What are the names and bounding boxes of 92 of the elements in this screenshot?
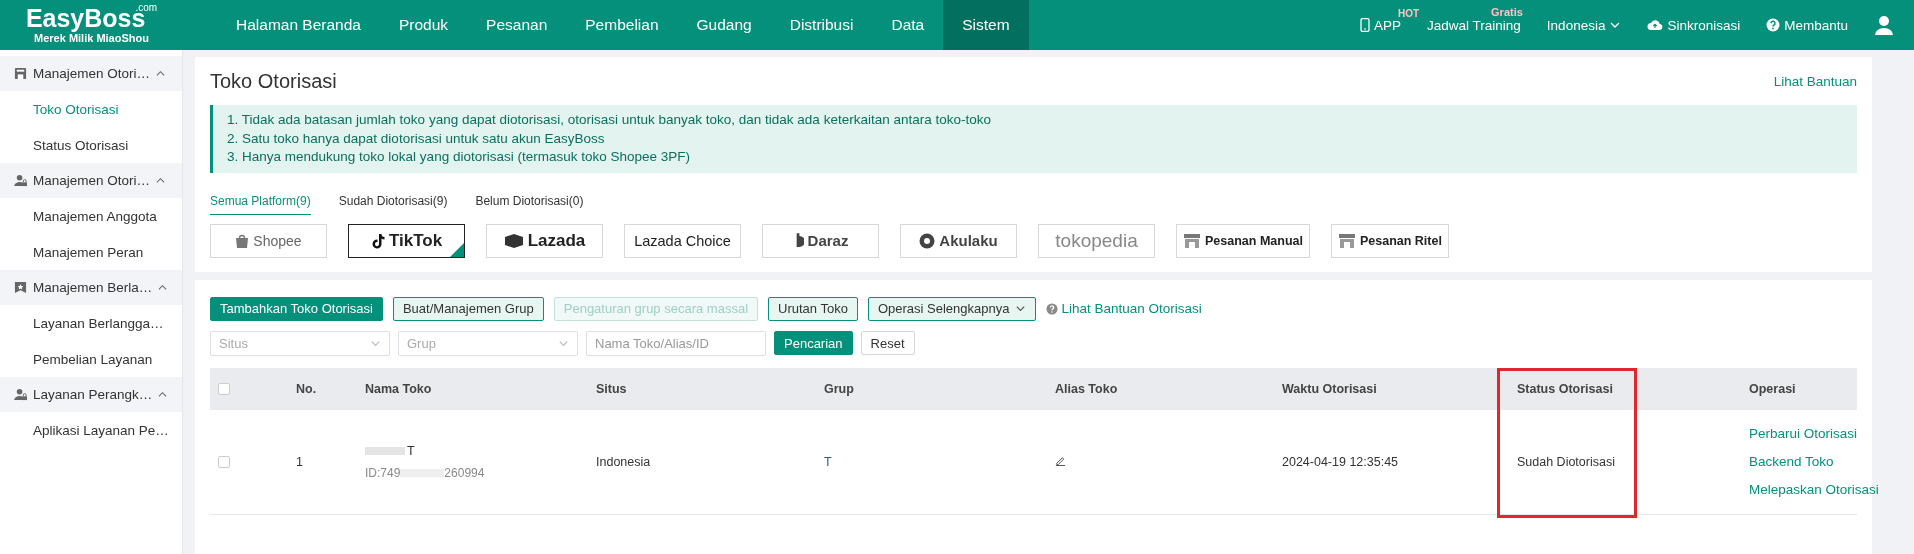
shopping-bag-icon bbox=[235, 232, 250, 249]
operation-link[interactable]: Melepaskan Otorisasi bbox=[1749, 482, 1879, 497]
operation-link[interactable]: Perbarui Otorisasi bbox=[1749, 426, 1858, 441]
column-header: Status Otorisasi bbox=[1517, 381, 1613, 396]
nav-tab[interactable]: Halaman Beranda bbox=[217, 0, 380, 50]
platform-option[interactable]: Lazada bbox=[486, 223, 603, 258]
action-button[interactable]: Urutan Toko bbox=[768, 296, 858, 321]
shop-icon bbox=[1337, 232, 1356, 249]
table-cell: Sudah Diotorisasi bbox=[1517, 454, 1615, 469]
hot-label: HOT bbox=[1397, 7, 1420, 19]
help-link[interactable]: Lihat Bantuan Otorisasi bbox=[1061, 301, 1202, 316]
notice-text: 3. Hanya mendukung toko lokal yang diotorisasi (termasuk toko Shopee 3PF) bbox=[227, 148, 691, 166]
store-icon bbox=[14, 67, 27, 80]
circle-logo-icon bbox=[919, 232, 936, 249]
header-link[interactable]: Membantu bbox=[1784, 17, 1848, 33]
column-header: Situs bbox=[596, 381, 627, 396]
column-header: Operasi bbox=[1749, 381, 1796, 396]
person-lock-icon bbox=[14, 388, 27, 401]
chevron-down-icon bbox=[1015, 303, 1027, 314]
column-header: Alias Toko bbox=[1055, 381, 1118, 396]
platform-tab[interactable]: Semua Platform(9) bbox=[210, 187, 311, 215]
notice-text: 1. Tidak ada batasan jumlah toko yang dapat diotorisasi, otorisasi untuk banyak toko, dan tidak ada keterkaitan antara toko-toko bbox=[227, 111, 992, 129]
shop-id: ID:749 bbox=[365, 465, 401, 480]
pencil-icon[interactable] bbox=[1055, 454, 1066, 466]
logo-suffix: .com bbox=[135, 2, 158, 13]
table-cell: T bbox=[824, 454, 832, 469]
platform-option[interactable]: Daraz bbox=[762, 223, 879, 258]
reset-button[interactable]: Reset bbox=[860, 331, 915, 355]
checkbox[interactable] bbox=[218, 382, 230, 395]
page-title: Toko Otorisasi bbox=[210, 69, 337, 93]
table-cell-text: 1 bbox=[295, 454, 303, 469]
nav-tab[interactable]: Distribusi bbox=[770, 0, 873, 50]
platform-option[interactable]: Akulaku bbox=[900, 223, 1017, 258]
platform-option[interactable]: Lazada Choice bbox=[624, 223, 741, 258]
platform-option[interactable]: Pesanan Ritel bbox=[1330, 223, 1449, 258]
header-link[interactable]: Jadwal Training bbox=[1427, 17, 1521, 33]
column-header: Grup bbox=[824, 381, 854, 396]
table-cell: 2024-04-19 12:35:45 bbox=[1282, 454, 1399, 469]
sidebar-item[interactable]: Status Otorisasi bbox=[0, 127, 182, 163]
sidebar-group[interactable]: Layanan Perangk… bbox=[0, 377, 182, 412]
redacted-block bbox=[365, 447, 405, 456]
nav-tab[interactable]: Data bbox=[872, 0, 944, 50]
sidebar-item[interactable]: Toko Otorisasi bbox=[0, 91, 182, 127]
user-icon[interactable] bbox=[1874, 15, 1894, 35]
sidebar-item[interactable]: Aplikasi Layanan Pe… bbox=[0, 412, 182, 448]
bookmark-icon bbox=[14, 281, 27, 294]
nav-tab[interactable]: Gudang bbox=[677, 0, 771, 50]
sidebar-item[interactable]: Layanan Berlangga… bbox=[0, 305, 182, 341]
help-icon bbox=[1046, 302, 1059, 315]
nav-tab[interactable]: Pembelian bbox=[566, 0, 678, 50]
language-selector[interactable]: Indonesia bbox=[1546, 17, 1606, 33]
corner-mark-icon bbox=[450, 242, 464, 257]
person-lock-icon bbox=[14, 174, 27, 187]
shop-name: T bbox=[407, 443, 415, 458]
phone-icon bbox=[1360, 18, 1371, 32]
platform-tab[interactable]: Sudah Diotorisasi(9) bbox=[338, 187, 448, 215]
promo-label: Gratis bbox=[1491, 5, 1523, 18]
platform-option[interactable]: Pesanan Manual bbox=[1176, 223, 1310, 258]
header-link[interactable]: APP bbox=[1374, 17, 1402, 33]
platform-option[interactable]: tokopedia bbox=[1038, 223, 1155, 258]
sidebar-item[interactable]: Manajemen Anggota bbox=[0, 198, 182, 234]
sidebar-group[interactable]: Manajemen Berla… bbox=[0, 270, 182, 305]
action-button[interactable]: Tambahkan Toko Otorisasi bbox=[210, 296, 383, 321]
nav-tab[interactable]: Produk bbox=[379, 0, 468, 50]
logo-tagline: Merek Milik MiaoShou bbox=[34, 32, 149, 44]
platform-tab[interactable]: Belum Diotorisasi(0) bbox=[475, 187, 584, 215]
platform-option[interactable]: TikTok bbox=[348, 223, 465, 258]
column-header: No. bbox=[295, 381, 317, 396]
search-button[interactable]: Pencarian bbox=[774, 331, 853, 355]
sidebar-item[interactable]: Manajemen Peran bbox=[0, 234, 182, 270]
help-icon bbox=[1766, 18, 1781, 32]
nav-tab[interactable]: Pesanan bbox=[467, 0, 567, 50]
search-field[interactable]: Nama Toko/Alias/ID bbox=[586, 330, 766, 356]
sidebar-item[interactable]: Pembelian Layanan bbox=[0, 341, 182, 377]
checkbox[interactable] bbox=[218, 455, 230, 468]
column-header: Waktu Otorisasi bbox=[1282, 381, 1377, 396]
music-note-icon bbox=[370, 232, 385, 249]
platform-option[interactable]: Shopee bbox=[210, 223, 327, 258]
action-button[interactable]: Buat/Manajemen Grup bbox=[392, 296, 544, 321]
operation-link[interactable]: Backend Toko bbox=[1749, 454, 1834, 469]
dropdown-button[interactable]: Operasi Selengkapnya bbox=[867, 296, 1037, 321]
shop-icon bbox=[1183, 232, 1201, 249]
nav-tab[interactable]: Sistem bbox=[943, 0, 1029, 50]
help-link[interactable]: Lihat Bantuan bbox=[1773, 73, 1857, 89]
sidebar-group[interactable]: Manajemen Otori… bbox=[0, 163, 182, 198]
cloud-upload-icon bbox=[1647, 19, 1664, 31]
notice-text: 2. Satu toko hanya dapat diotorisasi untuk satu akun EasyBoss bbox=[227, 129, 606, 148]
shop-id: 260994 bbox=[444, 465, 485, 480]
table-cell: Indonesia bbox=[596, 454, 651, 469]
column-header: Nama Toko bbox=[365, 381, 432, 396]
header-link[interactable]: Sinkronisasi bbox=[1667, 17, 1741, 33]
sidebar-group[interactable]: Manajemen Otori… bbox=[0, 56, 182, 91]
